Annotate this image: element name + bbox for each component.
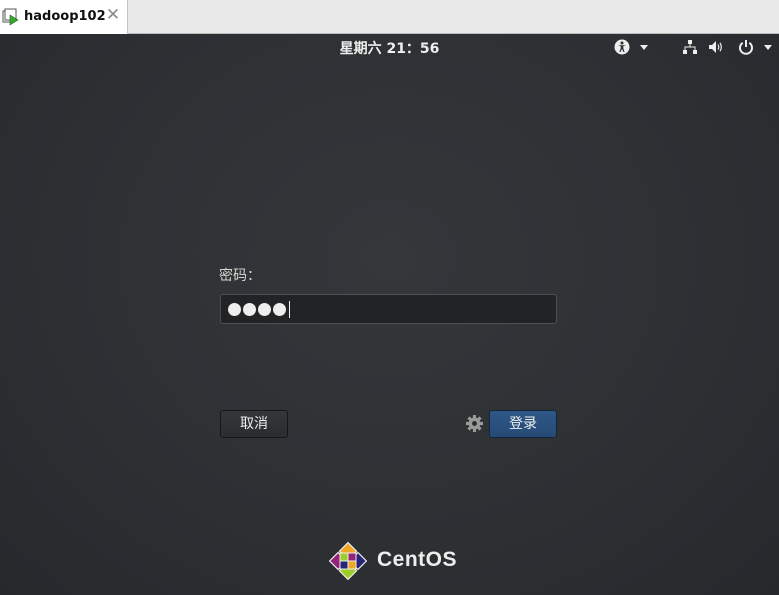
centos-logo-icon <box>328 541 368 581</box>
password-dot <box>273 302 286 316</box>
password-dots <box>228 300 290 318</box>
password-dot <box>228 302 241 316</box>
gear-icon[interactable] <box>466 415 483 432</box>
vm-tab-hadoop102[interactable]: hadoop102 ✕ <box>0 0 128 34</box>
accessibility-icon[interactable] <box>614 39 630 55</box>
network-icon[interactable] <box>682 39 698 55</box>
login-screen: 星期六 21：56 密码： 取消 登录 CentOS <box>0 34 779 595</box>
text-caret <box>289 300 290 318</box>
system-menu-arrow-icon[interactable] <box>764 45 772 50</box>
password-field[interactable] <box>220 294 557 324</box>
vm-tab-title: hadoop102 <box>24 9 106 24</box>
clock[interactable]: 星期六 21：56 <box>0 38 779 58</box>
close-icon[interactable]: ✕ <box>105 6 121 24</box>
vm-play-icon <box>2 8 19 26</box>
brand-name: CentOS <box>377 548 458 571</box>
volume-icon[interactable] <box>708 39 724 55</box>
power-icon[interactable] <box>738 39 754 55</box>
password-dot <box>243 302 256 316</box>
accessibility-menu-arrow-icon[interactable] <box>640 45 648 50</box>
password-dot <box>258 302 271 316</box>
vm-tab-bar: hadoop102 ✕ <box>0 0 779 34</box>
cancel-button[interactable]: 取消 <box>220 410 288 438</box>
top-bar: 星期六 21：56 <box>0 34 779 60</box>
login-button[interactable]: 登录 <box>489 410 557 438</box>
password-label: 密码： <box>219 268 261 284</box>
